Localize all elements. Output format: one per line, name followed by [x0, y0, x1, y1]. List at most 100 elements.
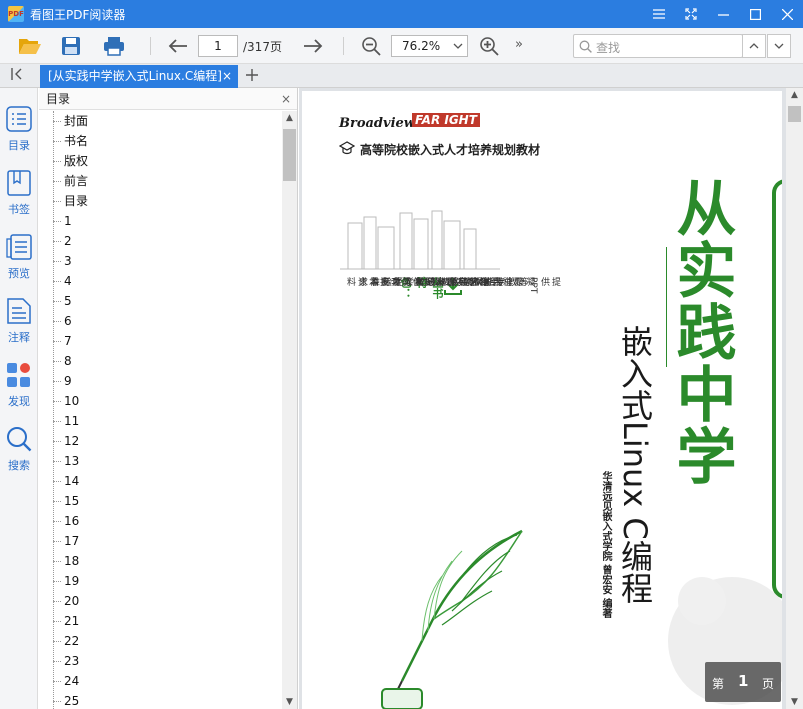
- book-authors: 华清远见嵌入式学院 曾宏安 编著: [600, 471, 611, 618]
- maximize-icon[interactable]: [739, 0, 771, 28]
- arrow-right-icon[interactable]: [301, 34, 325, 58]
- toc-item[interactable]: 10: [39, 391, 283, 411]
- toc-item[interactable]: 版权: [39, 151, 283, 171]
- list-icon: [6, 106, 32, 132]
- nav-toc-label: 目录: [8, 139, 30, 152]
- scroll-up-icon[interactable]: ▲: [282, 113, 297, 123]
- toc-item[interactable]: 15: [39, 491, 283, 511]
- book-subtitle: 嵌入式Linux C编程: [616, 325, 654, 604]
- toc-close-icon[interactable]: ×: [281, 88, 291, 110]
- pdf-page[interactable]: Broadview FAR IGHT 高等院校嵌入式人才培养规划教材 提供PPT…: [302, 91, 782, 709]
- nav-search-label: 搜索: [8, 459, 30, 472]
- search-icon: [579, 40, 592, 56]
- print-icon[interactable]: [102, 34, 126, 58]
- folder-open-icon[interactable]: [18, 34, 42, 58]
- toc-item[interactable]: 14: [39, 471, 283, 491]
- toc-item[interactable]: 11: [39, 411, 283, 431]
- add-tab-button[interactable]: [246, 66, 258, 85]
- toc-item[interactable]: 7: [39, 331, 283, 351]
- toc-item[interactable]: 16: [39, 511, 283, 531]
- publisher-logo: Broadview: [339, 116, 415, 131]
- zoom-select[interactable]: 76.2%: [391, 35, 468, 57]
- left-nav: 目录 书签 预览 注释 发现 搜索: [0, 88, 38, 709]
- toc-item[interactable]: 6: [39, 311, 283, 331]
- nav-discover-label: 发现: [8, 395, 30, 408]
- toc-item[interactable]: 19: [39, 571, 283, 591]
- toc-item[interactable]: 23: [39, 651, 283, 671]
- feature-line: 结合学习思路提供配套技术资料: [345, 277, 498, 286]
- tab-bar: [从实践中学嵌入式Linux.C编程] ×: [0, 64, 803, 88]
- search-input[interactable]: 查找: [573, 34, 743, 58]
- toolbar: 1 /317页 76.2% » 查找: [0, 28, 803, 64]
- nav-annotation[interactable]: 注释: [0, 298, 38, 345]
- toc-item[interactable]: 25: [39, 691, 283, 709]
- graduation-cap-icon: [339, 141, 355, 155]
- toc-item[interactable]: 17: [39, 531, 283, 551]
- quill-illustration: [381, 529, 523, 709]
- toc-item[interactable]: 8: [39, 351, 283, 371]
- more-button[interactable]: »: [515, 37, 523, 52]
- search-prev-button[interactable]: [742, 34, 766, 58]
- scroll-down-icon[interactable]: ▼: [786, 697, 803, 707]
- nav-discover[interactable]: 发现: [0, 362, 38, 409]
- search-placeholder: 查找: [596, 41, 621, 55]
- toc-item[interactable]: 3: [39, 251, 283, 271]
- toc-item[interactable]: 4: [39, 271, 283, 291]
- close-icon[interactable]: [771, 0, 803, 28]
- toc-item[interactable]: 封面: [39, 111, 283, 131]
- window-controls: [643, 0, 803, 28]
- arrow-left-icon[interactable]: [166, 34, 190, 58]
- search-icon: [7, 427, 32, 452]
- toc-item[interactable]: 13: [39, 451, 283, 471]
- toc-list: 封面 书名 版权 前言 目录 1 2 3 4 5 6 7 8 9 10 11 12 13 14 15 16 17 18 19 2…: [39, 111, 283, 709]
- nav-toc[interactable]: 目录: [0, 106, 38, 153]
- app-title: 看图王PDF阅读器: [30, 7, 126, 22]
- scroll-thumb[interactable]: [788, 106, 801, 122]
- document-scrollbar[interactable]: ▲ ▼: [786, 88, 803, 709]
- toc-item[interactable]: 24: [39, 671, 283, 691]
- scroll-up-icon[interactable]: ▲: [786, 90, 803, 100]
- annotation-icon: [7, 298, 31, 324]
- tab-close-icon[interactable]: ×: [222, 65, 232, 87]
- toc-item[interactable]: 5: [39, 291, 283, 311]
- search-next-button[interactable]: [767, 34, 791, 58]
- app-logo: PDF: [8, 6, 24, 22]
- collapse-sidebar-icon[interactable]: [10, 67, 24, 85]
- toc-item[interactable]: 书名: [39, 131, 283, 151]
- decorative-frame: [772, 179, 782, 599]
- nav-preview[interactable]: 预览: [0, 234, 38, 281]
- toc-item[interactable]: 9: [39, 371, 283, 391]
- save-icon[interactable]: [59, 34, 83, 58]
- nav-bookmark-label: 书签: [8, 203, 30, 216]
- nav-annotation-label: 注释: [8, 331, 30, 344]
- zoom-in-icon[interactable]: [477, 34, 501, 58]
- toc-item[interactable]: 目录: [39, 191, 283, 211]
- toc-item[interactable]: 18: [39, 551, 283, 571]
- scroll-down-icon[interactable]: ▼: [282, 697, 297, 707]
- scroll-thumb[interactable]: [283, 129, 296, 181]
- toc-item[interactable]: 2: [39, 231, 283, 251]
- minimize-icon[interactable]: [707, 0, 739, 28]
- toc-item[interactable]: 20: [39, 591, 283, 611]
- toc-item[interactable]: 12: [39, 431, 283, 451]
- bookmark-icon: [7, 170, 31, 196]
- toc-item[interactable]: 前言: [39, 171, 283, 191]
- page-indicator-suffix: 页: [762, 677, 775, 691]
- book-title: 从实践中学: [666, 177, 736, 487]
- hamburger-icon[interactable]: [643, 0, 675, 28]
- publisher-logo-2: FAR IGHT: [412, 113, 480, 127]
- toc-item[interactable]: 21: [39, 611, 283, 631]
- toc-item[interactable]: 22: [39, 631, 283, 651]
- document-tab[interactable]: [从实践中学嵌入式Linux.C编程] ×: [40, 65, 238, 88]
- zoom-out-icon[interactable]: [359, 34, 383, 58]
- series-title: 高等院校嵌入式人才培养规划教材: [360, 143, 541, 157]
- page-number-input[interactable]: 1: [198, 35, 238, 57]
- nav-bookmark[interactable]: 书签: [0, 170, 38, 217]
- toc-item[interactable]: 1: [39, 211, 283, 231]
- nav-search[interactable]: 搜索: [0, 426, 38, 473]
- toolbar-separator: [343, 37, 344, 55]
- toc-scrollbar[interactable]: ▲ ▼: [282, 111, 297, 709]
- preview-icon: [6, 234, 32, 260]
- expand-icon[interactable]: [675, 0, 707, 28]
- zoom-value: 76.2%: [402, 39, 441, 53]
